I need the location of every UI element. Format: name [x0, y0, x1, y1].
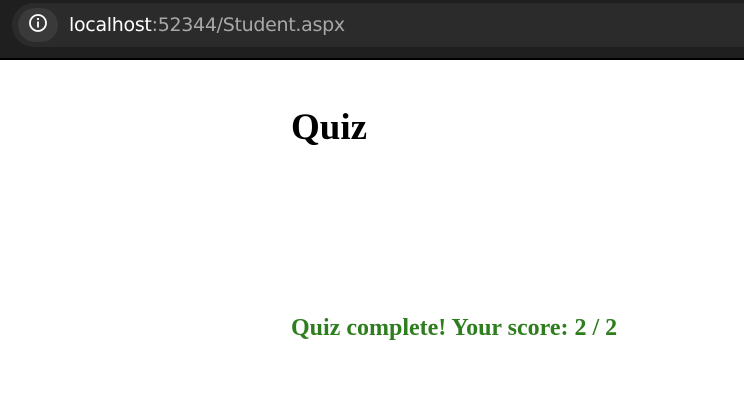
url-path: :52344/Student.aspx	[151, 14, 346, 36]
address-url[interactable]: localhost:52344/Student.aspx	[69, 12, 345, 38]
browser-toolbar: localhost:52344/Student.aspx	[0, 0, 744, 60]
page-content: Quiz Quiz complete! Your score: 2 / 2	[0, 60, 744, 393]
site-info-button[interactable]	[18, 8, 58, 42]
info-circle-icon	[28, 13, 48, 38]
page-title: Quiz	[291, 107, 368, 148]
quiz-result-message: Quiz complete! Your score: 2 / 2	[291, 315, 618, 341]
url-host: localhost	[69, 14, 152, 36]
